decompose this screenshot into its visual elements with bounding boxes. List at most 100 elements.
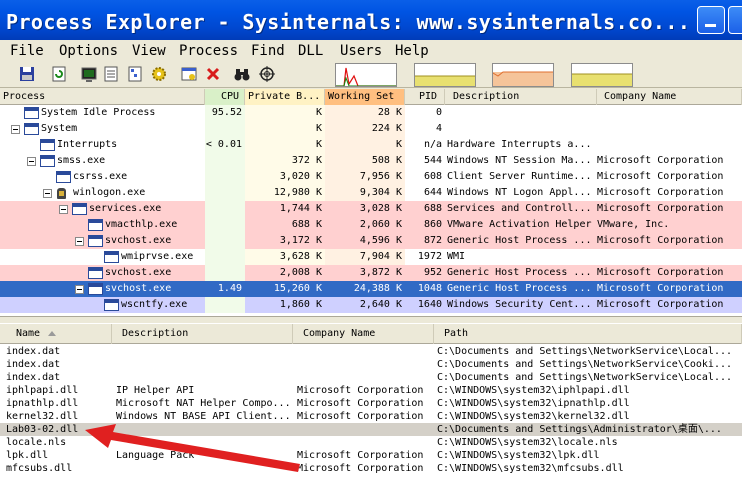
process-row[interactable]: wscntfy.exe 1,860 K 2,640 K 1640 Windows Sec… bbox=[0, 297, 742, 313]
col-private-bytes[interactable]: Private B... bbox=[245, 89, 325, 105]
process-row[interactable]: wmiprvse.exe 3,628 K 7,904 K 1972 WMI bbox=[0, 249, 742, 265]
process-icon bbox=[104, 299, 119, 311]
gear-icon[interactable] bbox=[150, 65, 168, 83]
dll-row[interactable]: lpk.dll Language Pack Microsoft Corporatio… bbox=[0, 449, 742, 462]
process-row[interactable]: csrss.exe 3,020 K 7,956 K 608 Client Server … bbox=[0, 169, 742, 185]
col-process[interactable]: Process bbox=[0, 89, 205, 105]
process-working-set: 2,060 K bbox=[359, 219, 402, 230]
dll-row[interactable]: Lab03-02.dll C:\Documents and Settings\Ad… bbox=[0, 423, 742, 436]
process-name: vmacthlp.exe bbox=[105, 219, 178, 230]
process-working-set: K bbox=[325, 137, 405, 153]
kill-icon[interactable] bbox=[204, 65, 222, 83]
menu-view[interactable]: View bbox=[132, 43, 166, 59]
process-row[interactable]: System K 224 K 4 bbox=[0, 121, 742, 137]
crosshair-icon[interactable] bbox=[258, 65, 276, 83]
save-icon[interactable] bbox=[18, 65, 36, 83]
tree-collapse-icon[interactable] bbox=[75, 237, 84, 246]
tree-collapse-icon[interactable] bbox=[75, 285, 84, 294]
refresh-icon[interactable] bbox=[50, 65, 68, 83]
process-name: svchost.exe bbox=[105, 235, 172, 246]
binoculars-icon[interactable] bbox=[233, 65, 251, 83]
menu-find[interactable]: Find bbox=[251, 43, 285, 59]
process-row[interactable]: Interrupts < 0.01 K Kn/a Hardware Interrupts… bbox=[0, 137, 742, 153]
tree-collapse-icon[interactable] bbox=[27, 157, 36, 166]
process-description: Generic Host Process ... bbox=[447, 235, 592, 246]
menu-process[interactable]: Process bbox=[179, 43, 238, 59]
process-description: Client Server Runtime... bbox=[447, 171, 592, 182]
process-private-bytes: K bbox=[245, 137, 325, 153]
process-pid: 644 bbox=[423, 187, 442, 198]
process-row[interactable]: svchost.exe 1.49 15,260 K 24,388 K 1048 Gener… bbox=[0, 281, 742, 297]
commit-graph[interactable] bbox=[414, 63, 476, 87]
system-info-icon[interactable] bbox=[80, 65, 98, 83]
dll-row[interactable]: index.dat C:\Documents and Settings\Netwo… bbox=[0, 371, 742, 384]
process-private-bytes: 1,860 K bbox=[279, 299, 322, 310]
dll-row[interactable]: ipnathlp.dll Microsoft NAT Helper Compo..… bbox=[0, 397, 742, 410]
cpu-graph[interactable] bbox=[335, 63, 397, 87]
process-description bbox=[447, 121, 597, 137]
col-dll-path[interactable]: Path bbox=[434, 324, 742, 344]
process-row[interactable]: System Idle Process 95.52 K 28 K 0 bbox=[0, 105, 742, 121]
dll-row[interactable]: locale.nls C:\WINDOWS\system32\locale.nls bbox=[0, 436, 742, 449]
physical-memory-graph[interactable] bbox=[571, 63, 633, 87]
process-working-set: 9,304 K bbox=[325, 185, 405, 201]
dll-row[interactable]: iphlpapi.dll IP Helper API Microsoft Corpo… bbox=[0, 384, 742, 397]
menu-dll[interactable]: DLL bbox=[298, 43, 323, 59]
tree-collapse-icon[interactable] bbox=[11, 125, 20, 134]
process-company bbox=[597, 121, 742, 137]
dll-description: Microsoft NAT Helper Compo... bbox=[116, 398, 291, 409]
col-dll-description[interactable]: Description bbox=[112, 324, 293, 344]
col-company-name[interactable]: Company Name bbox=[597, 89, 742, 105]
process-working-set: 3,872 K bbox=[359, 267, 402, 278]
dll-row[interactable]: mfcsubs.dll Microsoft Corporation C:\WINDO… bbox=[0, 462, 742, 475]
col-working-set[interactable]: Working Set bbox=[325, 89, 405, 105]
process-row[interactable]: smss.exe 372 K 508 K 544 Windows NT Session … bbox=[0, 153, 742, 169]
process-icon bbox=[40, 139, 55, 151]
tree-collapse-icon[interactable] bbox=[43, 189, 52, 198]
pane-splitter[interactable] bbox=[0, 316, 742, 324]
dll-path: C:\Documents and Settings\Administrator\… bbox=[437, 424, 722, 435]
process-private-bytes: 2,008 K bbox=[279, 267, 322, 278]
process-cpu bbox=[205, 297, 245, 313]
menu-users[interactable]: Users bbox=[340, 43, 382, 59]
menu-options[interactable]: Options bbox=[59, 43, 118, 59]
toolbar bbox=[0, 62, 742, 88]
process-pid: 1048 bbox=[417, 283, 442, 294]
process-pid: 1972 bbox=[417, 251, 442, 262]
process-name: svchost.exe bbox=[105, 283, 172, 294]
dll-description bbox=[116, 423, 293, 436]
io-graph[interactable] bbox=[492, 63, 554, 87]
menu-help[interactable]: Help bbox=[395, 43, 429, 59]
tree-icon[interactable] bbox=[126, 65, 144, 83]
process-row[interactable]: svchost.exe 2,008 K 3,872 K 952 Generic Host… bbox=[0, 265, 742, 281]
process-row[interactable]: vmacthlp.exe 688 K 2,060 K 860 VMware Activa… bbox=[0, 217, 742, 233]
process-row[interactable]: services.exe 1,744 K 3,028 K 688 Services an… bbox=[0, 201, 742, 217]
col-description[interactable]: Description bbox=[445, 89, 597, 105]
tree-collapse-icon[interactable] bbox=[59, 205, 68, 214]
process-cpu: 1.49 bbox=[217, 283, 242, 294]
process-row[interactable]: svchost.exe 3,172 K 4,596 K 872 Generic Host… bbox=[0, 233, 742, 249]
dll-row[interactable]: index.dat C:\Documents and Settings\Netwo… bbox=[0, 358, 742, 371]
col-cpu[interactable]: CPU bbox=[205, 89, 245, 105]
process-row[interactable]: winlogon.exe 12,980 K 9,304 K 644 Windows NT… bbox=[0, 185, 742, 201]
col-pid[interactable]: PID bbox=[405, 89, 445, 105]
minimize-button[interactable] bbox=[697, 6, 725, 34]
process-working-set: 508 K bbox=[325, 153, 405, 169]
dll-name: locale.nls bbox=[6, 437, 67, 448]
dll-row[interactable]: index.dat C:\Documents and Settings\Netwo… bbox=[0, 345, 742, 358]
process-company bbox=[597, 105, 742, 121]
dll-description: Language Pack bbox=[116, 450, 195, 461]
window-target-icon[interactable] bbox=[180, 65, 198, 83]
process-working-set: 2,640 K bbox=[359, 299, 402, 310]
maximize-button[interactable] bbox=[728, 6, 742, 34]
dll-company bbox=[297, 358, 434, 371]
menu-file[interactable]: File bbox=[10, 43, 44, 59]
process-private-bytes: 372 K bbox=[245, 153, 325, 169]
process-description: Windows NT Session Ma... bbox=[447, 155, 592, 166]
dll-description bbox=[116, 358, 293, 371]
process-name: csrss.exe bbox=[73, 171, 128, 182]
col-dll-name[interactable]: Name bbox=[0, 324, 112, 344]
properties-icon[interactable] bbox=[102, 65, 120, 83]
col-dll-company[interactable]: Company Name bbox=[293, 324, 434, 344]
dll-row[interactable]: kernel32.dll Windows NT BASE API Client..… bbox=[0, 410, 742, 423]
